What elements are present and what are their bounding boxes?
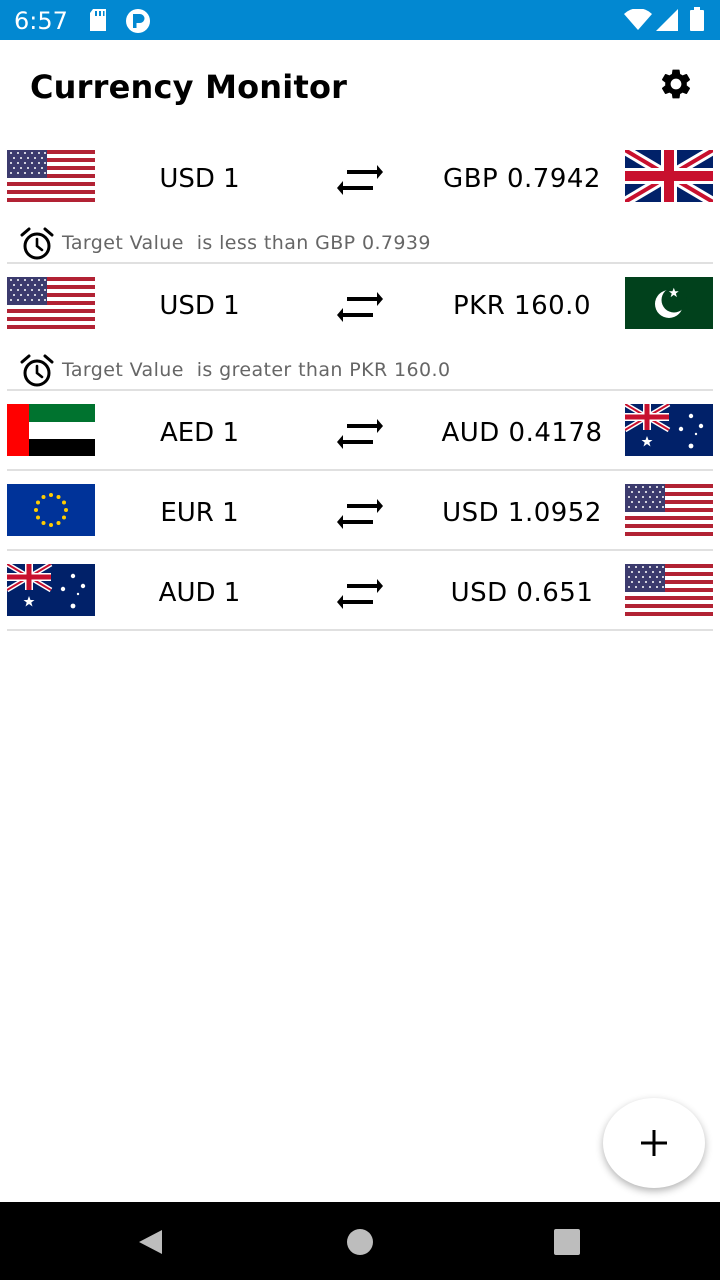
battery-icon: [690, 7, 704, 36]
alert-line: Target Value is less than GBP 0.7939: [7, 224, 713, 274]
us-flag-icon: [625, 484, 713, 536]
page-title: Currency Monitor: [30, 68, 348, 106]
wifi-icon: [624, 8, 652, 36]
swap-arrows-icon: [337, 162, 383, 198]
us-flag-icon: [7, 277, 95, 329]
alert-prefix: Target Value: [62, 359, 184, 381]
divider: [7, 629, 713, 631]
status-bar: 6:57: [0, 0, 720, 40]
swap-arrows-icon: [337, 416, 383, 452]
home-icon: [347, 1229, 373, 1255]
list-item[interactable]: USD 1 GBP 0.7942 Target Value is less th…: [7, 144, 713, 274]
quote-currency-label: PKR 160.0: [453, 291, 591, 321]
base-currency-label: EUR 1: [160, 498, 239, 528]
alert-condition: is greater than PKR 160.0: [196, 359, 451, 381]
list-item[interactable]: AED 1 AUD 0.4178: [7, 398, 713, 478]
base-currency-label: USD 1: [159, 291, 240, 321]
back-icon: [139, 1230, 162, 1254]
swap-button[interactable]: [337, 162, 383, 198]
recents-button[interactable]: [551, 1226, 583, 1258]
notification-p-icon: [125, 8, 151, 39]
uae-flag-icon: [7, 404, 95, 456]
quote-currency-label: USD 1.0952: [442, 498, 602, 528]
swap-arrows-icon: [337, 576, 383, 612]
base-currency-label: AUD 1: [158, 578, 241, 608]
alert-text: Target Value is less than GBP 0.7939: [62, 232, 431, 254]
alarm-clock-icon: [19, 226, 55, 262]
quote-currency-label: USD 0.651: [450, 578, 594, 608]
gear-icon: [658, 66, 694, 107]
signal-icon: [656, 9, 678, 36]
uk-flag-icon: [625, 150, 713, 202]
app-bar: Currency Monitor: [0, 40, 720, 132]
divider: [7, 262, 713, 264]
australia-flag-icon: [7, 564, 95, 616]
list-item[interactable]: AUD 1 USD 0.651: [7, 558, 713, 638]
alert-prefix: Target Value: [62, 232, 184, 254]
recents-icon: [554, 1229, 580, 1255]
eu-flag-icon: [7, 484, 95, 536]
base-currency-label: USD 1: [159, 164, 240, 194]
divider: [7, 469, 713, 471]
navigation-bar: [0, 1202, 720, 1280]
swap-arrows-icon: [337, 289, 383, 325]
swap-button[interactable]: [337, 496, 383, 532]
list-item[interactable]: USD 1 PKR 160.0 Target Value is greater …: [7, 271, 713, 401]
quote-currency-label: GBP 0.7942: [443, 164, 601, 194]
alert-line: Target Value is greater than PKR 160.0: [7, 351, 713, 401]
plus-icon: [641, 1130, 667, 1156]
back-button[interactable]: [134, 1226, 166, 1258]
pakistan-flag-icon: [625, 277, 713, 329]
alert-text: Target Value is greater than PKR 160.0: [62, 359, 450, 381]
status-time: 6:57: [14, 7, 68, 35]
sd-card-icon: [88, 8, 108, 37]
swap-button[interactable]: [337, 576, 383, 612]
alert-condition: is less than GBP 0.7939: [196, 232, 431, 254]
us-flag-icon: [625, 564, 713, 616]
alarm-clock-icon: [19, 353, 55, 389]
australia-flag-icon: [625, 404, 713, 456]
base-currency-label: AED 1: [159, 418, 240, 448]
swap-button[interactable]: [337, 289, 383, 325]
divider: [7, 549, 713, 551]
add-currency-button[interactable]: [603, 1098, 705, 1188]
us-flag-icon: [7, 150, 95, 202]
divider: [7, 389, 713, 391]
swap-arrows-icon: [337, 496, 383, 532]
list-item[interactable]: EUR 1 USD 1.0952: [7, 478, 713, 558]
quote-currency-label: AUD 0.4178: [441, 418, 603, 448]
swap-button[interactable]: [337, 416, 383, 452]
home-button[interactable]: [344, 1226, 376, 1258]
settings-button[interactable]: [654, 64, 698, 108]
